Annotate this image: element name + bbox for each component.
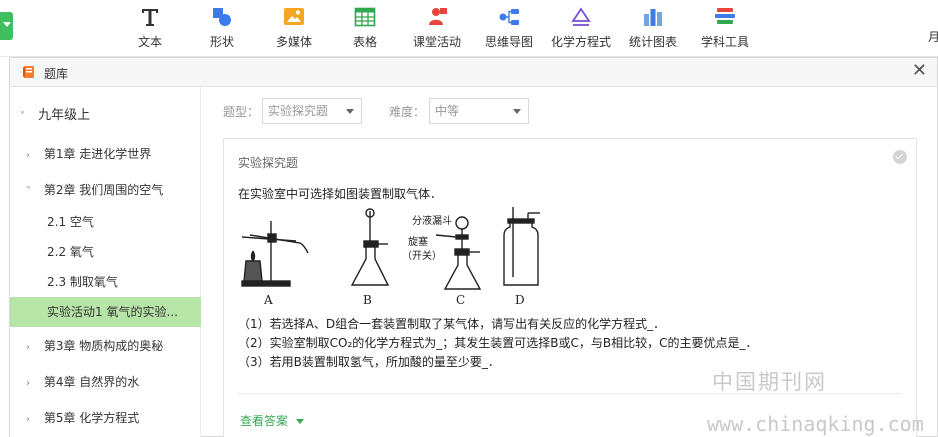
toolbar-text-button[interactable]: 文本 bbox=[136, 6, 164, 52]
toolbar-table-button[interactable]: 表格 bbox=[351, 6, 379, 52]
label-c: C bbox=[456, 293, 465, 307]
toolbar-classroom-activity-button[interactable]: 课堂活动 bbox=[412, 6, 462, 52]
dialog-header: 题库 ✕ bbox=[10, 58, 937, 87]
label-b: B bbox=[363, 293, 372, 307]
watermark-cn: 中国期刊网 bbox=[712, 370, 827, 394]
mindmap-icon bbox=[498, 6, 520, 28]
question-part-3: （3）若用B装置制取氢气，所加酸的量至少要_． bbox=[238, 355, 500, 369]
check-circle-icon[interactable] bbox=[893, 150, 907, 164]
toolbar-subject-tools-button[interactable]: 学科工具 bbox=[700, 6, 750, 52]
difficulty-select[interactable]: 中等 bbox=[429, 98, 529, 124]
difficulty-label: 难度： bbox=[389, 105, 426, 119]
tree-item-chapter2[interactable]: ˅ 第2章 我们周围的空气 bbox=[10, 175, 201, 205]
chevron-right-icon: › bbox=[26, 378, 30, 389]
toolbar-statistics-chart-button[interactable]: 统计图表 bbox=[628, 6, 678, 52]
label-a: A bbox=[263, 293, 273, 307]
tree-item-chapter1[interactable]: › 第1章 走进化学世界 bbox=[10, 139, 201, 169]
chevron-right-icon: › bbox=[26, 150, 30, 161]
chevron-right-icon: › bbox=[26, 414, 30, 425]
chapter-tree: ˅ 九年级上 › 第1章 走进化学世界 ˅ 第2章 我们周围的空气 2.1 空气… bbox=[10, 87, 201, 437]
apparatus-b bbox=[350, 208, 390, 286]
apparatus-figure: A B C 分液漏斗 旋塞 （开关） D bbox=[238, 201, 548, 313]
tree-item-2-2[interactable]: 2.2 氧气 bbox=[10, 237, 201, 267]
tree-item-2-1[interactable]: 2.1 空气 bbox=[10, 207, 201, 237]
statistics-chart-icon bbox=[642, 6, 664, 28]
book-icon bbox=[22, 65, 36, 79]
chevron-down-icon: ˅ bbox=[20, 111, 25, 122]
apparatus-a bbox=[241, 221, 309, 287]
shape-icon bbox=[211, 6, 233, 28]
label-funnel: 分液漏斗 bbox=[412, 214, 452, 227]
apparatus-c bbox=[435, 216, 482, 290]
chevron-down-icon bbox=[3, 22, 11, 27]
subject-tools-icon bbox=[714, 6, 736, 28]
tree-item-activity1-selected[interactable]: 实验活动1 氧气的实验... bbox=[10, 297, 201, 327]
media-icon bbox=[283, 6, 305, 28]
tree-item-2-3[interactable]: 2.3 制取氧气 bbox=[10, 267, 201, 297]
question-part-1: （1）若选择A、D组合一套装置制取了某气体，请写出有关反应的化学方程式_． bbox=[238, 317, 666, 331]
view-answer-button[interactable]: 查看答案 bbox=[240, 412, 305, 429]
tree-root-grade9-vol1[interactable]: ˅ 九年级上 bbox=[10, 101, 201, 131]
chevron-right-icon: › bbox=[26, 342, 30, 353]
chevron-down-icon: ˅ bbox=[26, 186, 31, 197]
caret-down-icon bbox=[296, 419, 305, 424]
caret-down-icon bbox=[513, 109, 521, 114]
toolbar-chemistry-equation-button[interactable]: 化学方程式 bbox=[550, 6, 612, 52]
tree-item-chapter3[interactable]: › 第3章 物质构成的奥秘 bbox=[10, 331, 201, 361]
question-stem: 在实验室中可选择如图装置制取气体． bbox=[238, 187, 443, 201]
question-part-2: （2）实验室制取CO₂的化学方程式为_；其发生装置可选择B或C，与B相比较，C的… bbox=[238, 336, 758, 350]
chemistry-equation-icon bbox=[570, 6, 592, 28]
text-icon bbox=[139, 6, 161, 28]
label-switch: （开关） bbox=[402, 249, 442, 262]
close-icon[interactable]: ✕ bbox=[912, 61, 927, 81]
table-icon bbox=[354, 6, 376, 28]
classroom-activity-icon bbox=[426, 6, 448, 28]
question-type-label: 题型： bbox=[223, 105, 260, 119]
tree-item-chapter4[interactable]: › 第4章 自然界的水 bbox=[10, 367, 201, 397]
question-type-tag: 实验探究题 bbox=[238, 156, 299, 170]
label-d: D bbox=[515, 293, 525, 307]
label-valve: 旋塞 bbox=[408, 235, 428, 248]
apparatus-d bbox=[503, 207, 540, 286]
question-type-select[interactable]: 实验探究题 bbox=[262, 98, 362, 124]
dialog-title: 题库 bbox=[44, 67, 69, 81]
top-toolbar: 文本 形状 多媒体 表格 课堂活动 思维导图 化学方程式 统计图表 学科工具 月 bbox=[0, 0, 938, 57]
toolbar-shape-button[interactable]: 形状 bbox=[208, 6, 236, 52]
toolbar-media-button[interactable]: 多媒体 bbox=[275, 6, 313, 52]
toolbar-mindmap-button[interactable]: 思维导图 bbox=[484, 6, 534, 52]
apparatus-diagram: A B C 分液漏斗 旋塞 （开关） D bbox=[241, 207, 540, 307]
tree-item-chapter5[interactable]: › 第5章 化学方程式 bbox=[10, 403, 201, 433]
panel-toggle-button[interactable] bbox=[0, 12, 13, 40]
toolbar-overflow-item[interactable]: 月 bbox=[928, 8, 938, 48]
watermark-url: www.chinaqking.com bbox=[707, 412, 924, 436]
caret-down-icon bbox=[346, 109, 354, 114]
